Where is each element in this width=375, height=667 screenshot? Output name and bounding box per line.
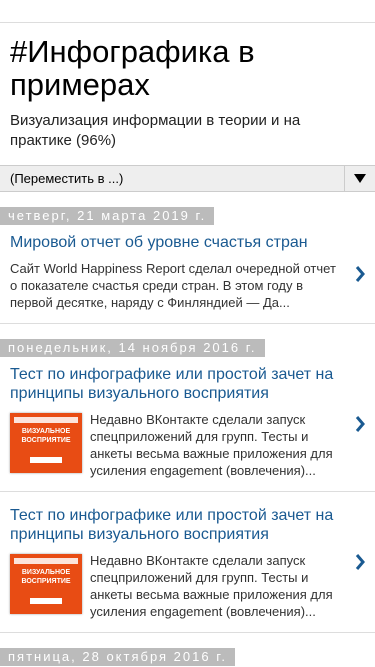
post-item[interactable]: Мировой отчет об уровне счастья стран Са… — [0, 225, 375, 324]
date-header: понедельник, 14 ноября 2016 г. — [0, 339, 265, 357]
thumbnail-text: ВИЗУАЛЬНОЕ ВОСПРИЯТИЕ — [21, 569, 71, 585]
chevron-right-icon[interactable] — [355, 416, 365, 437]
post-item[interactable]: Тест по инфографике или простой зачет на… — [0, 357, 375, 492]
dropdown-arrow-icon[interactable] — [344, 166, 375, 191]
thumbnail-text: ВИЗУАЛЬНОЕ ВОСПРИЯТИЕ — [21, 428, 71, 444]
blog-description: Визуализация информации в теории и на пр… — [10, 112, 301, 149]
chevron-right-icon[interactable] — [355, 554, 365, 575]
post-title[interactable]: Мировой отчет об уровне счастья стран — [10, 233, 343, 252]
post-item[interactable]: Тест по инфографике или простой зачет на… — [0, 492, 375, 633]
post-title[interactable]: Тест по инфографике или простой зачет на… — [10, 365, 343, 403]
top-bar — [0, 0, 375, 23]
post-thumbnail[interactable]: ВИЗУАЛЬНОЕ ВОСПРИЯТИЕ — [10, 413, 82, 473]
post-snippet: Недавно ВКонтакте сделали запуск спецпри… — [90, 412, 333, 478]
date-header: пятница, 28 октября 2016 г. — [0, 648, 235, 666]
page-nav-dropdown[interactable]: (Переместить в ...) — [0, 165, 375, 192]
blog-title[interactable]: #Инфографика в примерах — [10, 35, 365, 101]
page-nav-label: (Переместить в ...) — [10, 171, 124, 186]
post-snippet: Сайт World Happiness Report сделал очере… — [10, 261, 336, 310]
chevron-right-icon[interactable] — [355, 266, 365, 287]
date-header: четверг, 21 марта 2019 г. — [0, 207, 215, 225]
post-thumbnail[interactable]: ВИЗУАЛЬНОЕ ВОСПРИЯТИЕ — [10, 554, 82, 614]
post-title[interactable]: Тест по инфографике или простой зачет на… — [10, 506, 343, 544]
post-snippet: Недавно ВКонтакте сделали запуск спецпри… — [90, 553, 333, 619]
